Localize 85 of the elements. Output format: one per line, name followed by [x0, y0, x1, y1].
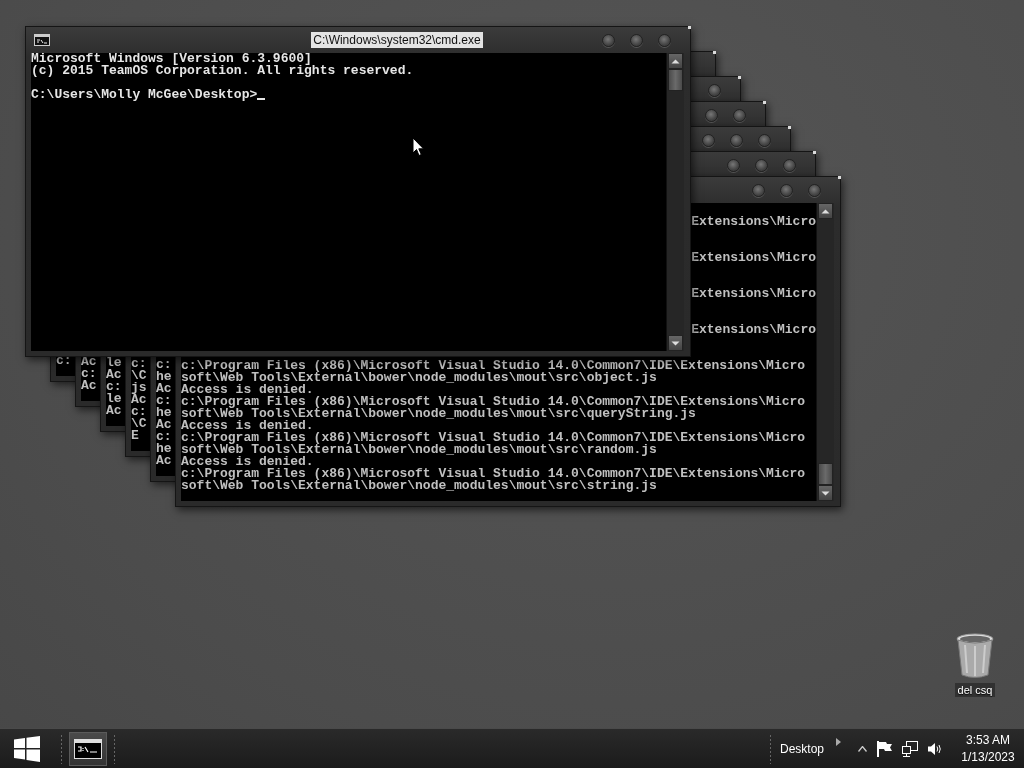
console-line: js — [131, 382, 147, 394]
console-line: c: — [156, 359, 172, 371]
scroll-thumb[interactable] — [668, 69, 683, 91]
close-button[interactable] — [707, 83, 721, 97]
console-line: c:\Program Files (x86)\Microsoft Visual Studio 14.0\Common7\IDE\Extensions\Micro — [181, 468, 806, 480]
console-line: c:\Program Files (x86)\Microsoft Visual Studio 14.0\Common7\IDE\Extensions\Micro — [181, 360, 806, 372]
console-line: c: — [56, 355, 72, 367]
console-line: le — [106, 357, 122, 369]
network-icon[interactable] — [902, 740, 918, 757]
show-hidden-icons-icon[interactable] — [858, 745, 867, 752]
console-line: E — [131, 430, 139, 442]
console-line: c: — [81, 368, 97, 380]
close-button[interactable] — [807, 183, 821, 197]
console-line: \C — [131, 370, 147, 382]
console-line: soft\Web Tools\External\bower\node_modules\mout\src\string.js — [181, 480, 657, 492]
chevron-icon[interactable] — [836, 738, 841, 746]
console-icon — [74, 738, 102, 759]
recycle-bin-icon[interactable] — [955, 633, 995, 679]
console-line: Extensions\Micro — [691, 288, 816, 300]
minimize-button[interactable] — [726, 158, 740, 172]
console-line: soft\Web Tools\External\bower\node_modules\mout\src\queryString.js — [181, 408, 696, 420]
minimize-button[interactable] — [751, 183, 765, 197]
scroll-up-button[interactable] — [668, 53, 683, 69]
console-line: c:\Program Files (x86)\Microsoft Visual Studio 14.0\Common7\IDE\Extensions\Micro — [181, 432, 806, 444]
console-line: Ac — [156, 419, 172, 431]
console-line: he — [156, 407, 172, 419]
console-line: Extensions\Micro — [691, 252, 816, 264]
text-cursor — [257, 98, 266, 100]
scroll-down-button[interactable] — [818, 485, 833, 501]
taskbar-app-button[interactable] — [69, 731, 107, 766]
console-line: c: — [131, 358, 147, 370]
toolbar-label[interactable]: Desktop — [779, 741, 824, 756]
arrow-up-icon — [821, 208, 830, 214]
scroll-thumb[interactable] — [818, 463, 833, 485]
console-line: c: — [156, 431, 172, 443]
arrow-down-icon — [821, 490, 830, 496]
clock-time[interactable]: 3:53 AM — [966, 731, 1010, 749]
console-line: Microsoft Windows [Version 6.3.9600] — [31, 53, 312, 65]
console-line: c: — [131, 406, 147, 418]
mouse-pointer-icon — [412, 137, 425, 157]
console-line: Ac — [131, 394, 147, 406]
minimize-button[interactable] — [601, 33, 615, 47]
arrow-up-icon — [671, 58, 680, 64]
close-button[interactable] — [757, 133, 771, 147]
maximize-button[interactable] — [629, 33, 643, 47]
console-line: he — [156, 371, 172, 383]
maximize-button[interactable] — [754, 158, 768, 172]
maximize-button[interactable] — [729, 133, 743, 147]
windows-logo-icon — [14, 735, 40, 762]
console-line: Access is denied. — [181, 420, 314, 432]
speaker-icon[interactable] — [928, 741, 943, 756]
console-line: Ac — [106, 405, 122, 417]
console-line: (c) 2015 TeamOS Corporation. All rights reserved. — [31, 65, 415, 77]
command-prompt: C:\Users\Molly McGee\Desktop> — [31, 89, 258, 101]
console-line: \C — [131, 418, 147, 430]
console-line: c: — [156, 395, 172, 407]
clock-date[interactable]: 1/13/2023 — [961, 748, 1015, 766]
console-icon — [34, 34, 50, 46]
console-line: Ac — [81, 356, 97, 368]
console-line: Ac — [81, 380, 97, 392]
icon-label[interactable]: del csq — [954, 683, 996, 697]
console-line: soft\Web Tools\External\bower\node_modules\mout\src\object.js — [181, 372, 657, 384]
scroll-down-button[interactable] — [668, 335, 683, 351]
scroll-up-button[interactable] — [818, 203, 833, 219]
minimize-button[interactable] — [701, 133, 715, 147]
console-line: c:\Program Files (x86)\Microsoft Visual Studio 14.0\Common7\IDE\Extensions\Micro — [181, 396, 806, 408]
console-line: Access is denied. — [181, 456, 314, 468]
flag-icon[interactable] — [877, 740, 892, 757]
console-line: le — [106, 393, 122, 405]
arrow-down-icon — [671, 340, 680, 346]
console-line: Access is denied. — [181, 384, 314, 396]
maximize-button[interactable] — [779, 183, 793, 197]
close-button[interactable] — [732, 108, 746, 122]
console-line: he — [156, 443, 172, 455]
close-button[interactable] — [657, 33, 671, 47]
console-line: Ac — [106, 369, 122, 381]
close-button[interactable] — [782, 158, 796, 172]
console-line: Ac — [156, 455, 172, 467]
maximize-button[interactable] — [704, 108, 718, 122]
console-line: Extensions\Micro — [691, 216, 816, 228]
console-line: Extensions\Micro — [691, 324, 816, 336]
console-line: Ac — [156, 383, 172, 395]
console-line: soft\Web Tools\External\bower\node_modules\mout\src\random.js — [181, 444, 657, 456]
console-line: c: — [106, 381, 122, 393]
window-title: C:\Windows\system32\cmd.exe — [311, 32, 483, 48]
